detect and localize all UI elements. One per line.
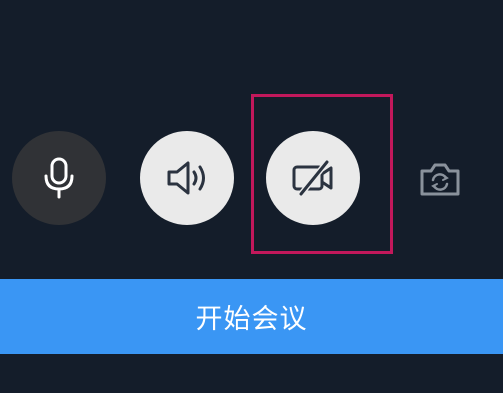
- microphone-icon: [44, 157, 74, 199]
- switch-camera-icon: [420, 163, 460, 196]
- camera-toggle-button[interactable]: [266, 131, 360, 225]
- speaker-icon: [167, 161, 205, 195]
- speaker-button[interactable]: [140, 131, 234, 225]
- microphone-button[interactable]: [12, 131, 106, 225]
- switch-camera-button[interactable]: [414, 153, 466, 205]
- camera-off-icon: [292, 159, 333, 197]
- meeting-preview-screen: 开始会议: [0, 0, 503, 393]
- start-meeting-button[interactable]: 开始会议: [0, 279, 503, 354]
